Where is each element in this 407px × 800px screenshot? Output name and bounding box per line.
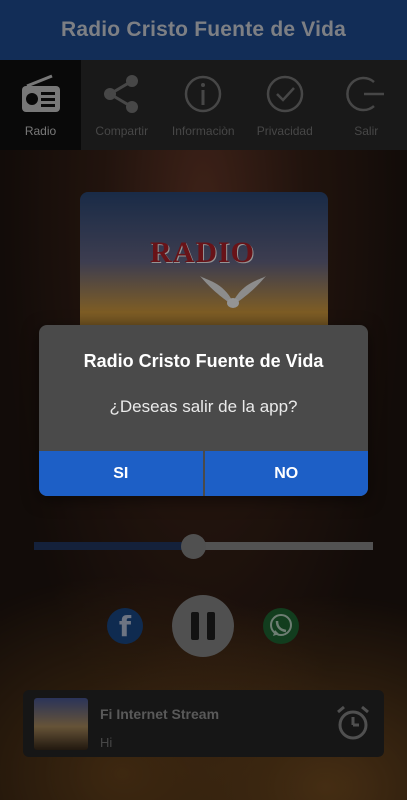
dialog-title: Radio Cristo Fuente de Vida: [83, 351, 324, 371]
yes-button[interactable]: SI: [39, 451, 203, 496]
no-button[interactable]: NO: [202, 451, 368, 496]
exit-dialog: Radio Cristo Fuente de Vida ¿Deseas sali…: [39, 325, 368, 496]
dialog-message: ¿Deseas salir de la app?: [109, 397, 298, 416]
dialog-buttons: SI NO: [39, 451, 368, 496]
